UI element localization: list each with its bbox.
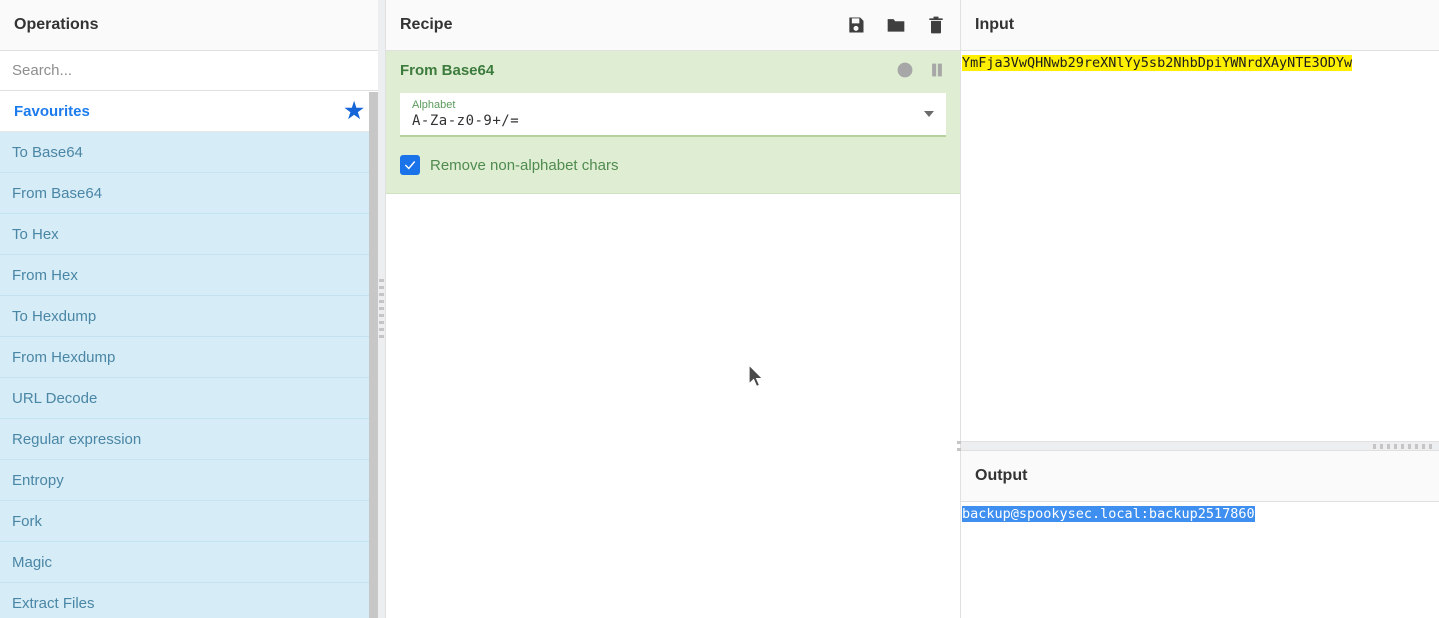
- operation-label: Regular expression: [12, 430, 142, 448]
- checkbox-checked-icon: [400, 155, 420, 175]
- list-item[interactable]: From Base64: [0, 173, 378, 214]
- recipe-panel: Recipe From Base64 Alphabet A-Za-z0-9+/=…: [386, 0, 960, 618]
- operation-label: Extract Files: [12, 594, 95, 612]
- favourites-label: Favourites: [14, 102, 90, 120]
- list-item[interactable]: Entropy: [0, 460, 378, 501]
- recipe-panel-title: Recipe: [386, 0, 960, 51]
- search-input[interactable]: [0, 51, 378, 90]
- operations-panel-title: Operations: [0, 0, 378, 51]
- input-panel: Input YmFja3VwQHNwb29reXNlYy5sb2NhbDpiYW…: [961, 0, 1439, 441]
- operations-panel: Operations Favourites ★ To Base64 From B…: [0, 0, 378, 618]
- list-item[interactable]: From Hexdump: [0, 337, 378, 378]
- recipe-operation-from-base64[interactable]: From Base64 Alphabet A-Za-z0-9+/= Remove…: [386, 51, 960, 194]
- operations-scrollbar[interactable]: [369, 92, 378, 618]
- pause-icon[interactable]: [928, 61, 946, 79]
- operation-label: Fork: [12, 512, 42, 530]
- splitter-grip-icon: [379, 279, 384, 339]
- folder-icon[interactable]: [886, 14, 906, 36]
- recipe-operation-controls: [896, 61, 946, 79]
- operation-label: From Hex: [12, 266, 78, 284]
- output-panel-title: Output: [961, 451, 1439, 502]
- star-icon: ★: [344, 98, 364, 123]
- list-item[interactable]: To Hexdump: [0, 296, 378, 337]
- list-item[interactable]: Magic: [0, 542, 378, 583]
- operation-label: From Hexdump: [12, 348, 116, 366]
- list-item[interactable]: To Base64: [0, 132, 378, 173]
- list-item[interactable]: From Hex: [0, 255, 378, 296]
- operation-label: To Hex: [12, 225, 59, 243]
- output-panel: Output backup@spookysec.local:backup2517…: [961, 451, 1439, 618]
- trash-icon[interactable]: [926, 14, 946, 36]
- recipe-title-text: Recipe: [400, 16, 453, 33]
- output-title-text: Output: [975, 467, 1028, 484]
- recipe-toolbar: [846, 14, 946, 36]
- input-text-line: YmFja3VwQHNwb29reXNlYy5sb2NhbDpiYWNrdXAy…: [961, 51, 1439, 75]
- remove-non-alphabet-chars-checkbox[interactable]: Remove non-alphabet chars: [400, 155, 946, 175]
- output-text-selection: backup@spookysec.local:backup2517860: [962, 506, 1255, 522]
- operation-label: URL Decode: [12, 389, 98, 407]
- alphabet-value: A-Za-z0-9+/=: [412, 112, 520, 129]
- input-output-splitter[interactable]: [961, 441, 1439, 451]
- recipe-operation-name: From Base64: [400, 61, 495, 79]
- output-textarea[interactable]: backup@spookysec.local:backup2517860: [961, 502, 1439, 526]
- list-item[interactable]: Regular expression: [0, 419, 378, 460]
- list-item[interactable]: To Hex: [0, 214, 378, 255]
- input-text-highlight: YmFja3VwQHNwb29reXNlYy5sb2NhbDpiYWNrdXAy…: [962, 55, 1353, 71]
- chevron-down-icon[interactable]: [924, 111, 934, 117]
- operation-label: From Base64: [12, 184, 103, 202]
- list-item[interactable]: Fork: [0, 501, 378, 542]
- operation-label: Entropy: [12, 471, 64, 489]
- list-item[interactable]: URL Decode: [0, 378, 378, 419]
- remove-non-alphabet-chars-label: Remove non-alphabet chars: [430, 156, 619, 174]
- operations-search-row: [0, 51, 378, 91]
- save-icon[interactable]: [846, 14, 866, 36]
- alphabet-label: Alphabet: [412, 98, 456, 111]
- recipe-operations-list[interactable]: From Base64 Alphabet A-Za-z0-9+/= Remove…: [386, 51, 960, 618]
- operation-label: To Hexdump: [12, 307, 97, 325]
- input-panel-title: Input: [961, 0, 1439, 51]
- recipe-operation-header: From Base64: [386, 51, 960, 89]
- operations-title-text: Operations: [14, 16, 99, 33]
- operations-recipe-splitter[interactable]: [378, 0, 386, 618]
- io-panel: Input YmFja3VwQHNwb29reXNlYy5sb2NhbDpiYW…: [957, 0, 1439, 618]
- disable-icon[interactable]: [896, 61, 914, 79]
- operations-list[interactable]: To Base64 From Base64 To Hex From Hex To…: [0, 132, 378, 618]
- list-item[interactable]: Extract Files: [0, 583, 378, 618]
- alphabet-select[interactable]: Alphabet A-Za-z0-9+/=: [400, 93, 946, 137]
- input-title-text: Input: [975, 16, 1015, 33]
- splitter-grip-icon: [1373, 444, 1433, 449]
- operation-label: Magic: [12, 553, 53, 571]
- input-textarea[interactable]: YmFja3VwQHNwb29reXNlYy5sb2NhbDpiYWNrdXAy…: [961, 51, 1439, 441]
- favourites-category-header[interactable]: Favourites ★: [0, 91, 378, 132]
- cyberchef-app: Operations Favourites ★ To Base64 From B…: [0, 0, 1439, 618]
- output-text-line: backup@spookysec.local:backup2517860: [961, 502, 1439, 526]
- operation-label: To Base64: [12, 143, 83, 161]
